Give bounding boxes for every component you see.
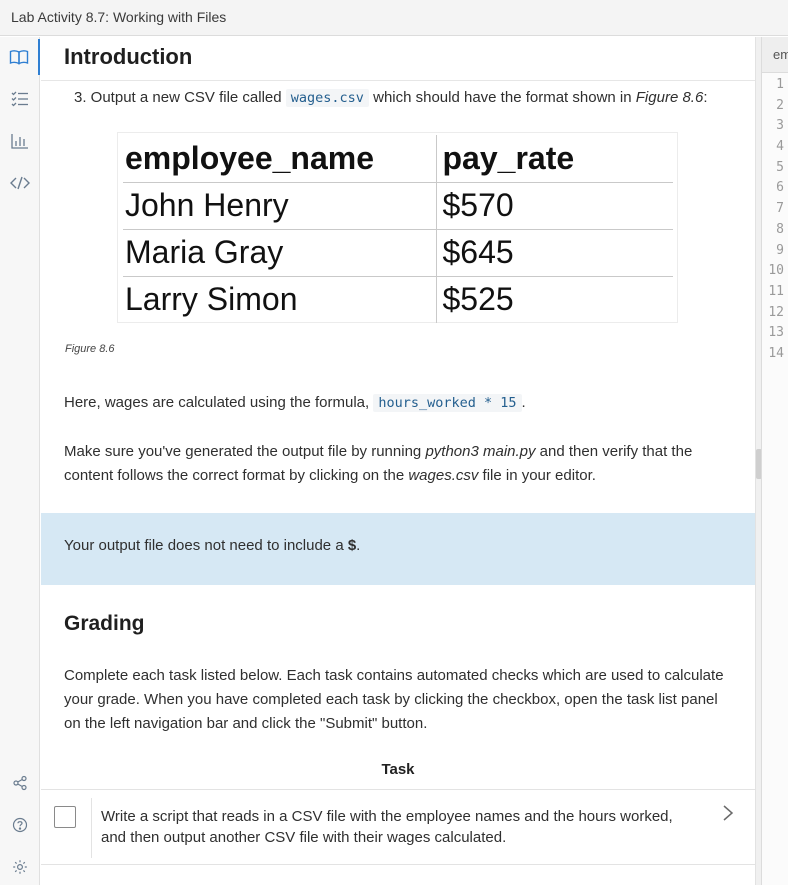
line-number: 13 (768, 325, 784, 341)
grading-heading: Grading (64, 612, 145, 635)
wages-filename-code: wages.csv (285, 89, 369, 107)
task-row[interactable]: Write a script that reads in a CSV file … (41, 789, 755, 865)
figure-cell: Larry Simon (123, 276, 437, 323)
notice-body: Your output file does not need to includ… (64, 537, 348, 554)
figure-cell: Maria Gray (123, 229, 437, 277)
line-number-gutter: 1 2 3 4 5 6 7 8 9 10 11 12 13 14 (762, 75, 788, 365)
page-title: Introduction (64, 44, 193, 69)
notice-text: Your output file does not need to includ… (64, 537, 360, 554)
book-icon[interactable] (0, 39, 40, 75)
chevron-right-icon[interactable] (721, 804, 735, 827)
formula-suffix: . (521, 394, 526, 411)
formula-paragraph: Here, wages are calculated using the for… (64, 391, 724, 415)
line-number: 8 (776, 221, 784, 237)
line-number: 4 (776, 139, 784, 155)
line-number: 12 (768, 304, 784, 320)
step-3-prefix: 3. Output a new CSV file called (74, 89, 286, 106)
figure-col-employee-name: employee_name (123, 135, 437, 183)
help-icon[interactable] (0, 807, 40, 843)
figure-col-pay-rate: pay_rate (436, 135, 673, 183)
step-3-text: 3. Output a new CSV file called wages.cs… (74, 86, 734, 110)
task-description: Write a script that reads in a CSV file … (101, 808, 673, 846)
run-command: python3 main.py (425, 443, 536, 460)
line-number: 6 (776, 180, 784, 196)
line-number: 5 (776, 159, 784, 175)
figure-row: Maria Gray $645 (123, 229, 673, 277)
line-number: 10 (768, 263, 784, 279)
figure-reference: Figure 8.6 (635, 89, 704, 106)
step-3-middle: which should have the format shown in (368, 89, 636, 106)
line-number: 1 (776, 77, 784, 92)
figure-8-6-image: employee_name pay_rate John Henry $570 M… (117, 132, 678, 323)
figure-row: John Henry $570 (123, 182, 673, 230)
window-title: Lab Activity 8.7: Working with Files (11, 9, 227, 25)
line-number: 14 (768, 345, 784, 361)
checklist-icon[interactable] (0, 81, 40, 117)
figure-cell: $570 (436, 182, 673, 230)
grading-description: Complete each task listed below. Each ta… (64, 667, 724, 732)
line-number: 3 (776, 118, 784, 134)
line-number: 9 (776, 242, 784, 258)
verify-text-1: Make sure you've generated the output fi… (64, 443, 426, 460)
dollar-symbol: $ (347, 537, 357, 554)
figure-header-row: employee_name pay_rate (123, 135, 673, 183)
verify-text-3: file in your editor. (478, 467, 596, 484)
bar-chart-icon[interactable] (0, 123, 40, 159)
figure-caption: Figure 8.6 (65, 343, 115, 355)
figure-cell: $525 (442, 281, 514, 318)
panel-header: Introduction (41, 37, 755, 81)
figure-cell: John Henry (123, 182, 437, 230)
formula-code: hours_worked * 15 (373, 394, 522, 412)
figure-row: Larry Simon $525 (123, 276, 673, 323)
formula-prefix: Here, wages are calculated using the for… (64, 394, 374, 411)
code-editor-panel[interactable]: employee_hours.csv 1234567891011121314 (761, 37, 788, 885)
code-icon[interactable] (0, 165, 40, 201)
editor-tab-label: employee_hours.csv (773, 47, 788, 62)
line-number: 2 (776, 97, 784, 113)
task-column-header: Task (381, 761, 415, 778)
editor-file-tab[interactable]: employee_hours.csv (762, 37, 788, 73)
task-checkbox[interactable] (54, 806, 76, 828)
wages-file-ref: wages.csv (408, 467, 479, 484)
settings-icon[interactable] (0, 849, 40, 885)
notice-end: . (356, 537, 361, 554)
left-nav-bar (0, 37, 40, 885)
line-number: 7 (776, 201, 784, 217)
figure-cell: $645 (436, 229, 673, 277)
step-3-suffix: : (703, 89, 708, 106)
verify-paragraph: Make sure you've generated the output fi… (64, 440, 724, 488)
window-title-bar: Lab Activity 8.7: Working with Files (0, 0, 788, 36)
figure-table: employee_name pay_rate John Henry $570 M… (123, 135, 673, 323)
share-icon[interactable] (0, 765, 40, 801)
instructions-panel: Introduction 3. Output a new CSV file ca… (41, 37, 755, 885)
task-divider (91, 798, 92, 858)
line-number: 11 (768, 283, 784, 299)
info-notice: Your output file does not need to includ… (41, 513, 755, 585)
